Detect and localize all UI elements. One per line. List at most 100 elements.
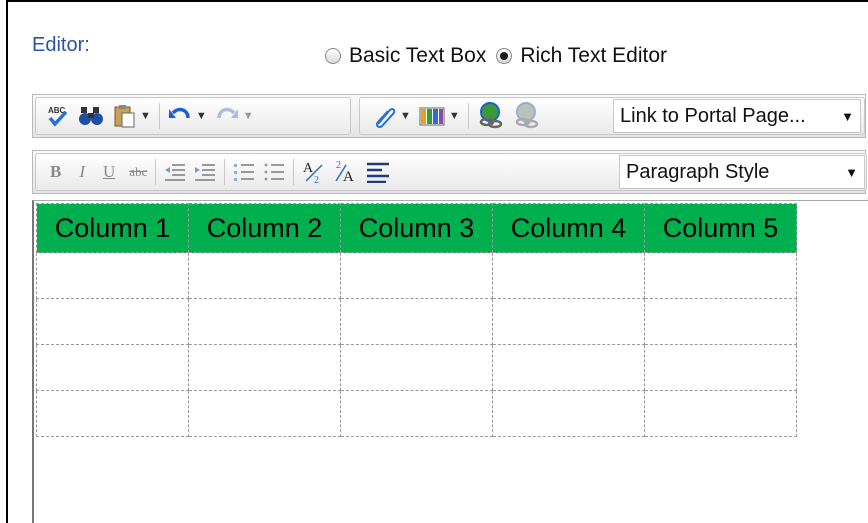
- editor-mode-selector: Basic Text Box Rich Text Editor: [325, 44, 677, 68]
- table-cell[interactable]: [340, 390, 493, 437]
- editor-label: Editor:: [32, 34, 90, 56]
- table-cell[interactable]: [36, 390, 189, 437]
- table-dropdown-icon[interactable]: ▼: [449, 110, 460, 122]
- numbered-list-button[interactable]: [233, 157, 255, 187]
- chevron-down-icon: ▼: [845, 164, 858, 180]
- table-cell[interactable]: [36, 252, 189, 299]
- table-cell[interactable]: [644, 298, 797, 345]
- table-cell[interactable]: [492, 344, 645, 391]
- remove-link-button[interactable]: [513, 101, 541, 131]
- table-cell[interactable]: [188, 252, 341, 299]
- separator: [155, 159, 157, 185]
- link-to-portal-page-value: Link to Portal Page...: [620, 104, 806, 127]
- redo-dropdown-icon[interactable]: ▼: [243, 110, 254, 122]
- hyperlink-dropdown-icon[interactable]: ▼: [400, 110, 411, 122]
- indent-icon: [195, 164, 216, 181]
- table-header-cell[interactable]: Column 4: [492, 203, 645, 253]
- strikethrough-icon: abc: [129, 164, 148, 179]
- insert-link-button[interactable]: [477, 101, 505, 131]
- table-header-cell[interactable]: Column 2: [188, 203, 341, 253]
- table-colors-icon: [419, 107, 445, 126]
- table-cell[interactable]: [340, 252, 493, 299]
- table-row: [36, 390, 797, 437]
- toolbar-format: B I U abc A 2 2 A Paragraph Style ▼: [32, 150, 867, 194]
- undo-icon: [168, 107, 190, 119]
- chevron-down-icon: ▼: [841, 108, 854, 124]
- subscript-button[interactable]: A 2: [302, 157, 326, 187]
- table-cell[interactable]: [36, 298, 189, 345]
- table-cell[interactable]: [340, 298, 493, 345]
- content-table[interactable]: Column 1 Column 2 Column 3 Column 4 Colu…: [36, 203, 797, 437]
- table-cell[interactable]: [644, 344, 797, 391]
- paragraph-style-value: Paragraph Style: [626, 160, 770, 183]
- insert-table-button[interactable]: ▼: [419, 101, 460, 131]
- separator: [158, 103, 160, 129]
- basic-text-box-radio[interactable]: [325, 48, 341, 64]
- table-header-cell[interactable]: Column 1: [36, 203, 189, 253]
- table-cell[interactable]: [188, 390, 341, 437]
- undo-button[interactable]: ▼: [168, 101, 207, 131]
- subscript-icon: A 2: [303, 161, 323, 185]
- superscript-icon: 2 A: [335, 160, 354, 185]
- table-cell[interactable]: [492, 390, 645, 437]
- redo-button[interactable]: ▼: [215, 101, 254, 131]
- table-cell[interactable]: [188, 298, 341, 345]
- table-cell[interactable]: [340, 344, 493, 391]
- bold-button[interactable]: B: [50, 157, 61, 187]
- bullet-list-button[interactable]: [263, 157, 285, 187]
- outdent-icon: [165, 164, 186, 181]
- table-row: [36, 344, 797, 391]
- table-row: [36, 252, 797, 299]
- underline-icon: U: [103, 162, 116, 181]
- paste-dropdown-icon[interactable]: ▼: [140, 110, 151, 122]
- align-left-icon: [367, 162, 390, 183]
- paste-button[interactable]: ▼: [112, 101, 151, 131]
- separator: [293, 159, 295, 185]
- paragraph-style-dropdown[interactable]: Paragraph Style ▼: [619, 155, 865, 189]
- superscript-button[interactable]: 2 A: [334, 157, 358, 187]
- align-button[interactable]: [366, 157, 390, 187]
- outdent-button[interactable]: [164, 157, 186, 187]
- table-cell[interactable]: [188, 344, 341, 391]
- editor-content-area[interactable]: Column 1 Column 2 Column 3 Column 4 Colu…: [32, 200, 868, 523]
- undo-dropdown-icon[interactable]: ▼: [196, 110, 207, 122]
- rich-text-editor-option[interactable]: Rich Text Editor: [496, 44, 667, 68]
- rich-text-editor-label: Rich Text Editor: [520, 44, 668, 67]
- spellcheck-icon: ABC: [48, 106, 68, 127]
- hyperlink-button[interactable]: ▼: [372, 101, 411, 131]
- table-cell[interactable]: [492, 252, 645, 299]
- table-header-cell[interactable]: Column 3: [340, 203, 493, 253]
- italic-icon: I: [79, 162, 86, 181]
- redo-icon: [217, 107, 238, 119]
- table-header-cell[interactable]: Column 5: [644, 203, 797, 253]
- svg-text:2: 2: [314, 175, 319, 185]
- globe-unlink-icon: [515, 102, 539, 129]
- table-cell[interactable]: [36, 344, 189, 391]
- italic-button[interactable]: I: [79, 157, 85, 187]
- rich-text-editor-radio[interactable]: [496, 48, 513, 64]
- strikethrough-button[interactable]: abc: [129, 157, 147, 187]
- find-button[interactable]: [78, 101, 104, 131]
- toolbar-group-edit: ABC ▼ ▼ ▼: [35, 97, 351, 135]
- toolbar-top: ABC ▼ ▼ ▼ ▼ ▼ Link to Portal Page... ▼: [32, 94, 866, 138]
- underline-button[interactable]: U: [103, 157, 115, 187]
- basic-text-box-label: Basic Text Box: [349, 44, 487, 67]
- table-header-row: Column 1 Column 2 Column 3 Column 4 Colu…: [36, 203, 797, 253]
- basic-text-box-option[interactable]: Basic Text Box: [325, 44, 486, 68]
- indent-button[interactable]: [194, 157, 216, 187]
- binoculars-icon: [79, 107, 103, 125]
- separator: [224, 159, 226, 185]
- table-cell[interactable]: [644, 252, 797, 299]
- clipboard-icon: [114, 105, 135, 128]
- spellcheck-button[interactable]: ABC: [46, 101, 70, 131]
- table-cell[interactable]: [492, 298, 645, 345]
- link-to-portal-page-dropdown[interactable]: Link to Portal Page... ▼: [613, 99, 861, 133]
- globe-link-icon: [479, 102, 503, 129]
- table-cell[interactable]: [644, 390, 797, 437]
- svg-text:2: 2: [336, 160, 341, 171]
- table-row: [36, 298, 797, 345]
- svg-text:A: A: [343, 169, 354, 185]
- bold-icon: B: [50, 162, 62, 181]
- paperclip-icon: [375, 107, 396, 128]
- bullet-list-icon: [264, 163, 285, 181]
